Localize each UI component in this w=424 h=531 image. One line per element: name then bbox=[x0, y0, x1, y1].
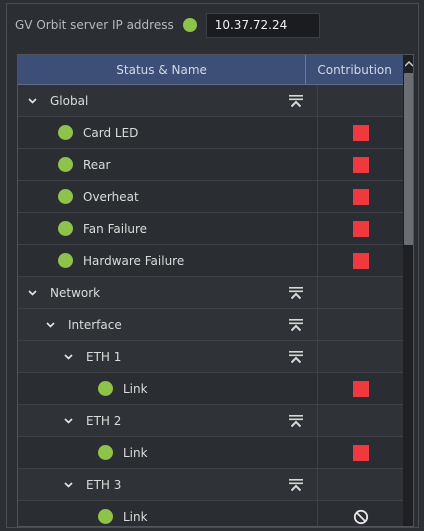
contribution-cell bbox=[318, 501, 403, 526]
contribution-cell bbox=[318, 117, 403, 148]
tree-item-row[interactable]: Hardware Failure bbox=[18, 245, 403, 277]
row-label: ETH 3 bbox=[86, 477, 122, 492]
tree-item-row[interactable]: Link bbox=[18, 373, 403, 405]
contribution-cell bbox=[318, 149, 403, 180]
row-label: ETH 1 bbox=[86, 349, 122, 364]
status-indicator-icon bbox=[98, 509, 113, 524]
contribution-cell bbox=[318, 405, 403, 436]
row-label: Link bbox=[123, 509, 148, 524]
status-name-cell: Fan Failure bbox=[18, 213, 318, 244]
column-header-status-name[interactable]: Status & Name bbox=[18, 55, 307, 84]
row-label: Hardware Failure bbox=[83, 253, 185, 268]
contribution-indicator-icon[interactable] bbox=[352, 380, 369, 397]
status-indicator-icon bbox=[58, 125, 73, 140]
contribution-indicator-icon[interactable] bbox=[352, 252, 369, 269]
row-label: Link bbox=[123, 381, 148, 396]
status-name-cell: Rear bbox=[18, 149, 318, 180]
contribution-cell bbox=[318, 469, 403, 500]
status-name-cell: Card LED bbox=[18, 117, 318, 148]
row-label: Fan Failure bbox=[83, 221, 148, 236]
status-name-cell: ETH 3 bbox=[18, 469, 318, 500]
chevron-down-icon[interactable] bbox=[62, 351, 74, 363]
contribution-cell bbox=[318, 341, 403, 372]
contribution-cell bbox=[318, 85, 403, 116]
contribution-indicator-icon[interactable] bbox=[352, 156, 369, 173]
row-label: Interface bbox=[68, 317, 122, 332]
table-body: Global Card LED Rear Overheat Fan Failure Har… bbox=[18, 85, 403, 526]
tree-group-row[interactable]: Global bbox=[18, 85, 403, 117]
tree-item-row[interactable]: Link bbox=[18, 501, 403, 526]
contribution-cell bbox=[318, 277, 403, 308]
contribution-cell bbox=[318, 437, 403, 468]
server-status-indicator bbox=[182, 18, 197, 32]
row-label: Card LED bbox=[83, 125, 139, 140]
orbit-panel: GV Orbit server IP address 10.37.72.24 S… bbox=[6, 3, 419, 528]
no-entry-icon[interactable] bbox=[353, 509, 369, 525]
status-name-cell: ETH 1 bbox=[18, 341, 318, 372]
row-label: Rear bbox=[83, 157, 111, 172]
row-label: ETH 2 bbox=[86, 413, 122, 428]
collapse-all-icon[interactable] bbox=[289, 478, 303, 492]
vertical-scrollbar[interactable] bbox=[403, 55, 413, 526]
tree-item-row[interactable]: Link bbox=[18, 437, 403, 469]
collapse-all-icon[interactable] bbox=[289, 94, 303, 108]
status-name-cell: Link bbox=[18, 437, 318, 468]
tree-item-row[interactable]: Card LED bbox=[18, 117, 403, 149]
scroll-up-arrow-icon[interactable] bbox=[403, 55, 413, 73]
ip-address-value: 10.37.72.24 bbox=[214, 18, 288, 32]
status-indicator-icon bbox=[58, 189, 73, 204]
tree-group-row[interactable]: ETH 2 bbox=[18, 405, 403, 437]
ip-address-field[interactable]: 10.37.72.24 bbox=[205, 12, 320, 38]
tree-group-row[interactable]: ETH 3 bbox=[18, 469, 403, 501]
status-indicator-icon bbox=[58, 221, 73, 236]
contribution-cell bbox=[318, 181, 403, 212]
collapse-all-icon[interactable] bbox=[289, 286, 303, 300]
table-header: Status & Name Contribution bbox=[18, 55, 403, 85]
status-name-cell: ETH 2 bbox=[18, 405, 318, 436]
status-indicator-icon bbox=[98, 445, 113, 460]
status-name-cell: Interface bbox=[18, 309, 318, 340]
tree-group-row[interactable]: Interface bbox=[18, 309, 403, 341]
chevron-down-icon[interactable] bbox=[62, 479, 74, 491]
status-name-cell: Network bbox=[18, 277, 318, 308]
tree-group-row[interactable]: ETH 1 bbox=[18, 341, 403, 373]
tree-item-row[interactable]: Overheat bbox=[18, 181, 403, 213]
status-name-cell: Link bbox=[18, 373, 318, 404]
status-name-cell: Link bbox=[18, 501, 318, 526]
contribution-cell bbox=[318, 309, 403, 340]
row-label: Overheat bbox=[83, 189, 139, 204]
ip-label: GV Orbit server IP address bbox=[15, 18, 174, 32]
chevron-down-icon[interactable] bbox=[44, 319, 56, 331]
status-indicator-icon bbox=[98, 381, 113, 396]
status-indicator-icon bbox=[58, 253, 73, 268]
row-label: Global bbox=[50, 93, 89, 108]
contribution-indicator-icon[interactable] bbox=[352, 220, 369, 237]
row-label: Link bbox=[123, 445, 148, 460]
collapse-all-icon[interactable] bbox=[289, 318, 303, 332]
tree-item-row[interactable]: Rear bbox=[18, 149, 403, 181]
contribution-indicator-icon[interactable] bbox=[352, 124, 369, 141]
chevron-down-icon[interactable] bbox=[26, 287, 38, 299]
contribution-indicator-icon[interactable] bbox=[352, 444, 369, 461]
contribution-cell bbox=[318, 245, 403, 276]
tree-group-row[interactable]: Network bbox=[18, 277, 403, 309]
status-table: Status & Name Contribution Global Card LE… bbox=[17, 54, 414, 527]
status-name-cell: Overheat bbox=[18, 181, 318, 212]
collapse-all-icon[interactable] bbox=[289, 350, 303, 364]
contribution-cell bbox=[318, 213, 403, 244]
status-indicator-icon bbox=[58, 157, 73, 172]
status-name-cell: Hardware Failure bbox=[18, 245, 318, 276]
contribution-cell bbox=[318, 373, 403, 404]
tree-item-row[interactable]: Fan Failure bbox=[18, 213, 403, 245]
row-label: Network bbox=[50, 285, 101, 300]
collapse-all-icon[interactable] bbox=[289, 414, 303, 428]
chevron-down-icon[interactable] bbox=[62, 415, 74, 427]
scrollbar-thumb[interactable] bbox=[404, 73, 413, 245]
column-header-contribution[interactable]: Contribution bbox=[306, 55, 403, 84]
chevron-down-icon[interactable] bbox=[26, 95, 38, 107]
status-name-cell: Global bbox=[18, 85, 318, 116]
server-ip-header: GV Orbit server IP address 10.37.72.24 bbox=[15, 12, 320, 38]
contribution-indicator-icon[interactable] bbox=[352, 188, 369, 205]
